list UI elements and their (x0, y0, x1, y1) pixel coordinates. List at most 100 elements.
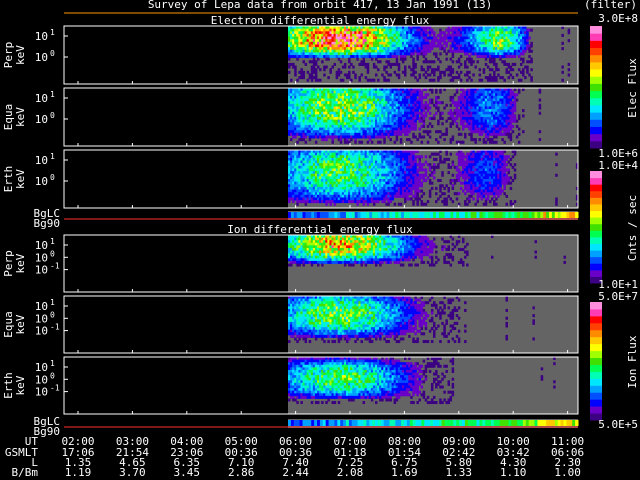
heat-cell (528, 55, 531, 59)
heat-cell (343, 62, 347, 66)
heat-cell (433, 33, 436, 37)
heat-cell (294, 73, 297, 77)
heat-cell (414, 70, 417, 74)
heat-cell (404, 55, 407, 59)
heat-cell (507, 62, 511, 66)
heat-cell (422, 73, 426, 77)
heat-cell (491, 138, 494, 142)
heat-cell (412, 202, 415, 206)
heat-cell (339, 140, 343, 144)
heat-cell (302, 73, 305, 77)
heat-cell (441, 117, 444, 121)
heat-cell (424, 111, 428, 115)
heat-cell (426, 200, 430, 204)
heat-cell (451, 95, 455, 99)
heat-cell (377, 68, 380, 72)
heat-cell (513, 109, 517, 113)
heat-cell (466, 65, 469, 69)
heat-cell (439, 157, 442, 161)
heat-cell (420, 98, 424, 102)
heat-cell (472, 60, 475, 64)
heat-cell (294, 68, 297, 72)
heat-cell (424, 114, 428, 118)
heat-cell (522, 114, 525, 118)
heat-cell (449, 103, 453, 107)
heat-cell (451, 122, 455, 126)
heat-cell (517, 127, 521, 131)
heat-cell (389, 73, 392, 77)
heat-cell (455, 124, 459, 128)
heat-cell (437, 109, 440, 113)
heat-cell (476, 60, 479, 64)
heat-cell (530, 49, 533, 53)
heat-cell (443, 106, 446, 110)
heat-cell (509, 122, 513, 126)
heat-cell (441, 101, 444, 105)
heat-cell (457, 57, 461, 61)
heat-cell (426, 103, 430, 107)
ytick-label: 10 (35, 51, 48, 64)
heat-cell (445, 130, 448, 134)
heat-cell (428, 194, 432, 198)
heat-cell (348, 73, 351, 77)
heat-cell (445, 119, 448, 123)
heat-cell (395, 57, 399, 61)
heat-cell (449, 197, 453, 201)
heat-cell (362, 57, 366, 61)
heat-cell (449, 57, 453, 61)
heat-cell (426, 109, 430, 113)
heat-cell (466, 78, 469, 82)
heat-cell (418, 179, 421, 183)
heat-cell (511, 68, 515, 72)
heat-cell (397, 73, 401, 77)
heat-cell (497, 73, 500, 77)
heat-cell (428, 73, 432, 77)
heat-cell (306, 78, 310, 82)
heat-cell (455, 90, 459, 94)
heat-cell (430, 186, 434, 190)
heat-cell (350, 62, 353, 66)
heat-cell (433, 73, 436, 77)
heat-cell (482, 138, 486, 142)
heat-cell (474, 138, 477, 142)
heat-cell (447, 186, 450, 190)
heat-cell (433, 114, 436, 118)
heat-cell (567, 31, 571, 35)
heat-cell (430, 181, 434, 185)
heat-cell (383, 135, 386, 139)
heat-cell (412, 152, 415, 156)
heat-cell (329, 70, 332, 74)
heat-cell (517, 140, 521, 144)
heat-cell (441, 111, 444, 115)
heat-cell (391, 197, 395, 201)
heat-cell (348, 70, 351, 74)
heat-cell (426, 176, 430, 180)
heat-cell (439, 114, 442, 118)
heat-cell (314, 70, 318, 74)
heat-cell (511, 130, 515, 134)
heat-cell (428, 155, 432, 159)
heat-cell (412, 60, 415, 64)
heat-cell (428, 65, 432, 69)
heat-cell (517, 55, 521, 59)
heat-cell (522, 52, 525, 56)
heat-cell (522, 130, 525, 134)
heat-cell (416, 78, 419, 82)
heat-cell (538, 98, 542, 102)
heat-cell (445, 200, 448, 204)
heat-cell (292, 62, 295, 66)
heat-cell (445, 127, 448, 131)
heat-cell (507, 70, 511, 74)
heat-cell (406, 194, 409, 198)
heat-cell (455, 117, 459, 121)
heat-cell (478, 68, 482, 72)
heat-cell (435, 55, 438, 59)
heat-cell (312, 65, 316, 69)
heat-cell (420, 194, 424, 198)
heat-cell (437, 152, 440, 156)
heat-cell (422, 109, 426, 113)
heat-cell (530, 78, 533, 82)
heat-cell (437, 165, 440, 169)
heat-cell (449, 109, 453, 113)
heat-cell (383, 68, 386, 72)
